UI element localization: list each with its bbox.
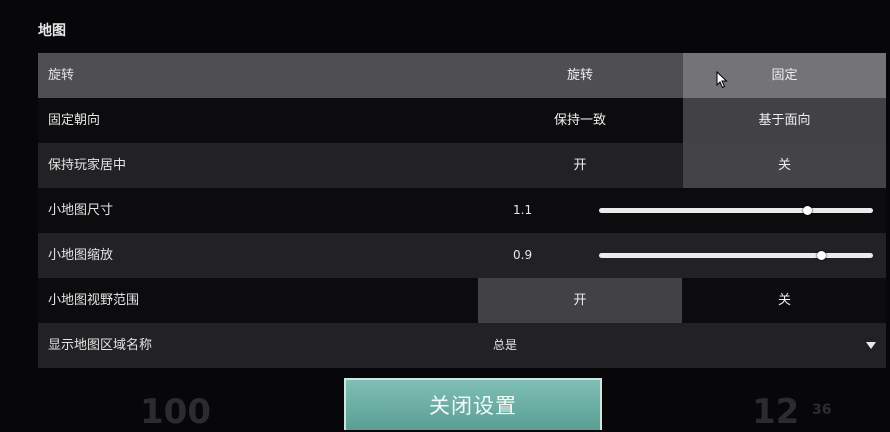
setting-row-minimap-view-range[interactable]: 小地图视野范围 开 关 (38, 278, 886, 323)
setting-label: 小地图视野范围 (48, 293, 140, 308)
option-rotate[interactable]: 旋转 (478, 53, 682, 98)
setting-label: 小地图尺寸 (48, 203, 114, 218)
hud-health-number: 100 (140, 392, 211, 432)
option-keep-consistent[interactable]: 保持一致 (478, 98, 682, 143)
option-based-on-facing[interactable]: 基于面向 (683, 98, 886, 143)
slider-thumb[interactable] (816, 251, 826, 260)
setting-row-fixed-orientation[interactable]: 固定朝向 保持一致 基于面向 (38, 98, 886, 143)
minimap-size-slider[interactable] (599, 206, 873, 215)
setting-row-show-region-names[interactable]: 显示地图区域名称 总是 (38, 323, 886, 368)
option-off[interactable]: 关 (683, 143, 886, 188)
option-fixed[interactable]: 固定 (683, 53, 886, 98)
option-off[interactable]: 关 (683, 278, 886, 323)
option-on[interactable]: 开 (478, 143, 682, 188)
mouse-cursor-icon (716, 71, 728, 89)
section-title-map: 地图 (38, 23, 66, 39)
setting-label: 旋转 (48, 68, 75, 83)
settings-list: 旋转 旋转 固定 固定朝向 保持一致 基于面向 保持玩家居中 开 关 小地图尺寸… (38, 53, 886, 368)
setting-label: 显示地图区域名称 (48, 338, 153, 353)
setting-row-minimap-zoom[interactable]: 小地图缩放 0.9 (38, 233, 886, 278)
setting-label: 固定朝向 (48, 113, 101, 128)
minimap-zoom-slider[interactable] (599, 251, 873, 260)
hud-ammo-reserve: 36 (812, 402, 832, 418)
hud-ammo-number: 12 (752, 392, 800, 432)
setting-row-minimap-size[interactable]: 小地图尺寸 1.1 (38, 188, 886, 233)
chevron-down-icon[interactable] (866, 342, 876, 349)
slider-value: 1.1 (513, 203, 533, 217)
setting-label: 保持玩家居中 (48, 158, 127, 173)
dropdown-selected-value[interactable]: 总是 (493, 323, 517, 368)
slider-thumb[interactable] (803, 206, 813, 215)
setting-label: 小地图缩放 (48, 248, 114, 263)
setting-row-rotation[interactable]: 旋转 旋转 固定 (38, 53, 886, 98)
close-settings-button[interactable]: 关闭设置 (344, 378, 602, 430)
option-on[interactable]: 开 (478, 278, 682, 323)
slider-value: 0.9 (513, 248, 533, 262)
setting-row-keep-player-centered[interactable]: 保持玩家居中 开 关 (38, 143, 886, 188)
